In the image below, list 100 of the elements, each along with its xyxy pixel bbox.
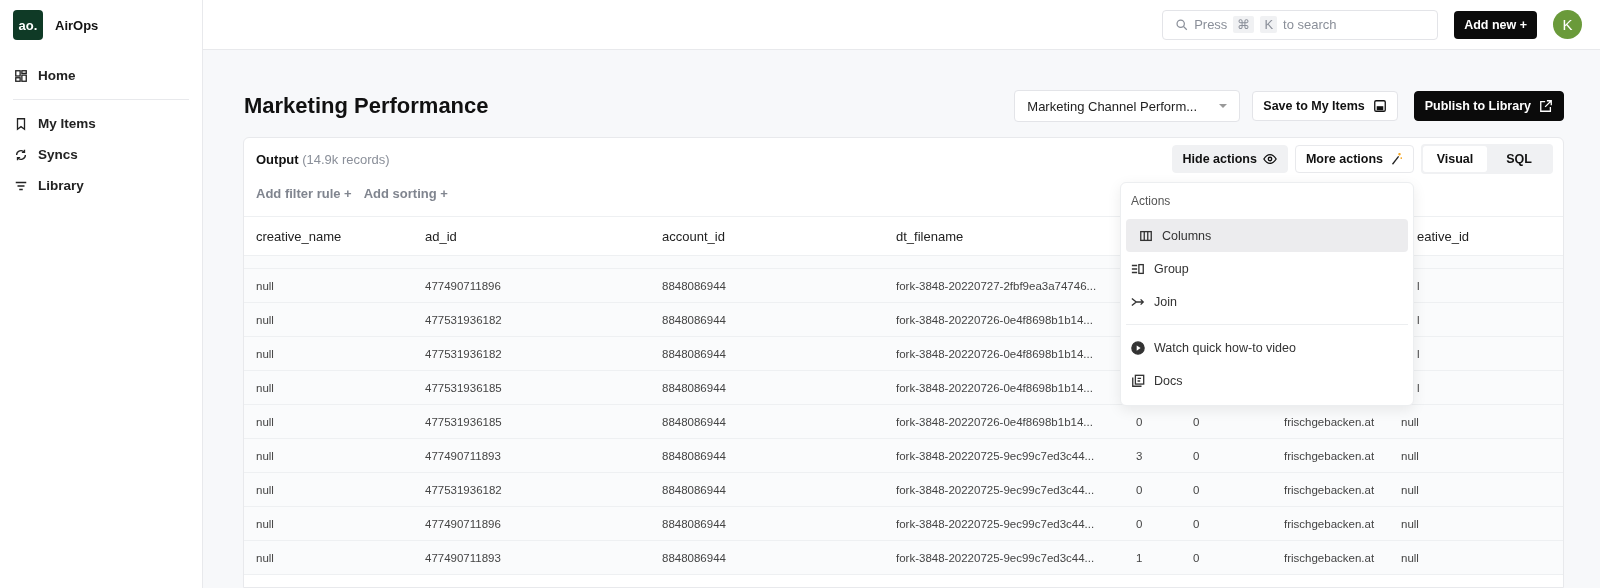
table-cell-text: 8848086944 (661, 517, 727, 530)
hide-actions-button[interactable]: Hide actions (1171, 145, 1288, 173)
table-cell-text: 477490711896 (424, 279, 502, 292)
more-actions-button[interactable]: More actions (1294, 145, 1414, 173)
save-button[interactable]: Save to My Items (1252, 91, 1398, 121)
menu-item[interactable]: Docs (1126, 364, 1408, 397)
menu-item[interactable]: Join (1126, 285, 1408, 318)
table-cell-text: 0 (1135, 517, 1144, 530)
table-cell-text: 477531936182 (424, 347, 503, 360)
menu-item[interactable]: Columns (1126, 219, 1408, 252)
save-icon (1372, 99, 1387, 113)
external-link-icon (1539, 99, 1553, 113)
table-cell-text: 8848086944 (661, 347, 727, 360)
table-cell-text: null (1400, 483, 1420, 496)
column-header: eative_id (1416, 228, 1471, 244)
table-cell-text: 477531936185 (424, 381, 503, 394)
report-dropdown[interactable]: Marketing Channel Perform... (1014, 90, 1241, 122)
table-cell-text: 477490711893 (424, 551, 502, 564)
table-cell-text: l (1416, 381, 1421, 394)
table-cell-text: 0 (1135, 415, 1144, 428)
table-cell-text: fork-3848-20220725-9ec99c7ed3c44... (895, 483, 1096, 496)
table-cell-text: null (255, 347, 275, 360)
table-cell-text: 8848086944 (661, 279, 727, 292)
sidebar-item[interactable]: Syncs (0, 139, 202, 170)
play-icon (1131, 340, 1145, 355)
table-cell-text: fork-3848-20220726-0e4f8698b1b14... (895, 381, 1094, 394)
menu-item[interactable]: Watch quick how-to video (1126, 331, 1408, 364)
table-cell-text: null (255, 313, 275, 326)
bookmark-icon (14, 116, 28, 131)
table-cell-text: 0 (1192, 449, 1201, 462)
sidebar-item[interactable]: Home (0, 60, 202, 91)
output-label: Output (14.9k records) (256, 151, 391, 167)
table-cell-text: null (255, 551, 275, 564)
table-cell-text: 8848086944 (661, 551, 727, 564)
menu-title: Actions (1130, 193, 1172, 210)
table-cell-text: frischgebacken.at (1283, 483, 1376, 496)
table-cell-text: fork-3848-20220726-0e4f8698b1b14... (895, 313, 1094, 326)
table-cell-text: l (1416, 279, 1421, 292)
table-cell-text: 477531936182 (424, 483, 503, 496)
table-cell-text: frischgebacken.at (1283, 449, 1376, 462)
table-cell-text: fork-3848-20220726-0e4f8698b1b14... (895, 347, 1094, 360)
table-cell-text: null (255, 449, 275, 462)
table-cell-text: 477490711896 (424, 517, 502, 530)
table-cell-text: null (1400, 517, 1420, 530)
add-rule-link[interactable]: Add filter rule + (256, 186, 352, 201)
columns-icon (1139, 228, 1153, 243)
table-cell-text: 477531936185 (424, 415, 503, 428)
table-cell-text: 8848086944 (661, 483, 727, 496)
logo[interactable]: ao. (13, 10, 43, 40)
view-tab[interactable]: Visual (1423, 146, 1487, 172)
add-rule-link[interactable]: Add sorting + (363, 186, 448, 201)
publish-button[interactable]: Publish to Library (1413, 91, 1564, 121)
table-cell-text: fork-3848-20220725-9ec99c7ed3c44... (895, 517, 1096, 530)
add-new-button[interactable]: Add new + (1454, 10, 1537, 39)
table-cell-text: 0 (1192, 483, 1201, 496)
search-icon (1175, 18, 1189, 31)
eye-icon (1262, 152, 1277, 166)
table-cell-text: frischgebacken.at (1283, 415, 1376, 428)
table-cell-text: l (1416, 313, 1421, 326)
table-cell-text: null (1400, 449, 1420, 462)
table-cell-text: null (255, 381, 275, 394)
table-cell-text: l (1416, 347, 1421, 360)
table-cell-text: fork-3848-20220725-9ec99c7ed3c44... (895, 449, 1096, 462)
table-cell-text: 8848086944 (661, 381, 727, 394)
table-cell-text: fork-3848-20220726-0e4f8698b1b14... (895, 415, 1094, 428)
table-cell-text: 0 (1135, 483, 1144, 496)
table-cell-text: null (255, 415, 275, 428)
table-cell-text: 0 (1192, 551, 1201, 564)
table-cell-text: null (255, 517, 275, 530)
column-header: creative_name (255, 228, 343, 244)
table-cell-text: fork-3848-20220727-2fbf9ea3a74746... (895, 279, 1098, 292)
wand-icon (1389, 152, 1403, 166)
sidebar-item[interactable]: Library (0, 170, 202, 201)
table-cell-text: 477490711893 (424, 449, 502, 462)
column-header: dt_filename (895, 228, 965, 244)
caret-icon (1219, 104, 1228, 108)
column-header: ad_id (424, 228, 458, 244)
sync-icon (14, 147, 28, 162)
table-cell-text: frischgebacken.at (1283, 551, 1376, 564)
group-icon (1131, 261, 1145, 276)
brand-name: AirOps (55, 17, 99, 33)
table-cell-text: null (255, 279, 275, 292)
table-cell-text: fork-3848-20220725-9ec99c7ed3c44... (895, 551, 1096, 564)
table-cell-text: null (255, 483, 275, 496)
table-cell-text: 0 (1192, 517, 1201, 530)
table-cell-text: 1 (1135, 551, 1144, 564)
column-header: account_id (661, 228, 726, 244)
menu-item[interactable]: Group (1126, 252, 1408, 285)
table-cell-text: 8848086944 (661, 449, 727, 462)
table-cell-text: 0 (1192, 415, 1201, 428)
docs-icon (1131, 373, 1145, 388)
table-cell-text: 477531936182 (424, 313, 503, 326)
view-tab[interactable]: SQL (1487, 146, 1551, 172)
sidebar-item[interactable]: My Items (0, 108, 202, 139)
table-cell-text: 8848086944 (661, 313, 727, 326)
table-cell-text: frischgebacken.at (1283, 517, 1376, 530)
table-cell-text: null (1400, 551, 1420, 564)
page-title: Marketing Performance (244, 93, 490, 119)
table-cell-text: 8848086944 (661, 415, 727, 428)
grid-icon (14, 68, 28, 83)
